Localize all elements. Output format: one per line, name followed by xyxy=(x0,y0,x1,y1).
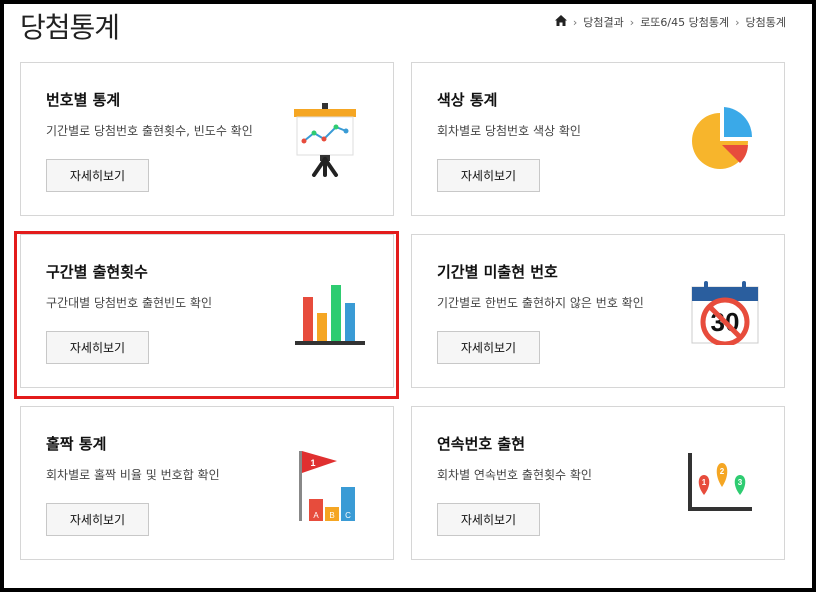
calendar-prohibited-icon: 30 xyxy=(691,281,759,345)
card-range-frequency: 구간별 출현횟수 구간대별 당첨번호 출현빈도 확인 자세히보기 xyxy=(20,234,394,388)
pin-number: 1 xyxy=(702,478,707,487)
card-desc: 기간별로 당첨번호 출현횟수, 빈도수 확인 xyxy=(46,124,253,138)
card-odd-even: 홀짝 통계 회차별로 홀짝 비율 및 번호합 확인 자세히보기 1 A B C xyxy=(20,406,394,560)
pin-number: 2 xyxy=(720,467,725,476)
detail-button[interactable]: 자세히보기 xyxy=(437,503,540,536)
page-title: 당첨통계 xyxy=(20,11,120,44)
card-desc: 구간대별 당첨번호 출현빈도 확인 xyxy=(46,296,213,310)
detail-button[interactable]: 자세히보기 xyxy=(437,159,540,192)
card-color-stats: 색상 통계 회차별로 당첨번호 색상 확인 자세히보기 xyxy=(411,62,785,216)
breadcrumb: › 당첨결과 › 로또6/45 당첨통계 › 당첨통계 xyxy=(554,14,786,30)
location-pin-chart-icon: 1 2 3 xyxy=(688,453,752,511)
card-title: 구간별 출현횟수 xyxy=(46,263,148,281)
pin-number: 3 xyxy=(738,478,743,487)
card-title: 홀짝 통계 xyxy=(46,435,107,453)
card-desc: 회차별로 홀짝 비율 및 번호합 확인 xyxy=(46,468,220,482)
chevron-right-icon: › xyxy=(735,15,740,29)
bar-letter: A xyxy=(313,511,319,520)
detail-button[interactable]: 자세히보기 xyxy=(437,331,540,364)
bar-chart-icon xyxy=(295,285,365,345)
breadcrumb-item[interactable]: 당첨결과 xyxy=(583,14,623,30)
chevron-right-icon: › xyxy=(629,15,635,29)
bar-letter: C xyxy=(345,511,351,520)
detail-button[interactable]: 자세히보기 xyxy=(46,503,149,536)
card-consecutive: 연속번호 출현 회차별 연속번호 출현횟수 확인 자세히보기 1 2 3 xyxy=(411,406,785,560)
breadcrumb-item[interactable]: 로또6/45 당첨통계 xyxy=(640,14,729,30)
page-frame: 당첨통계 › 당첨결과 › 로또6/45 당첨통계 › 당첨통계 번호별 통계 … xyxy=(4,4,812,588)
breadcrumb-item: 당첨통계 xyxy=(745,16,786,29)
home-icon[interactable] xyxy=(554,15,567,29)
card-title: 연속번호 출현 xyxy=(437,435,526,453)
card-not-appeared: 기간별 미출현 번호 기간별로 한번도 출현하지 않은 번호 확인 자세히보기 … xyxy=(411,234,785,388)
pie-chart-icon xyxy=(692,107,752,169)
card-desc: 기간별로 한번도 출현하지 않은 번호 확인 xyxy=(437,296,644,310)
chevron-right-icon: › xyxy=(572,15,578,29)
card-title: 색상 통계 xyxy=(437,91,498,109)
flag-bar-chart-icon: 1 A B C xyxy=(299,451,355,521)
flag-number: 1 xyxy=(310,458,315,468)
card-title: 번호별 통계 xyxy=(46,91,121,109)
bar-letter: B xyxy=(329,511,334,520)
card-desc: 회차별로 당첨번호 색상 확인 xyxy=(437,124,581,138)
detail-button[interactable]: 자세히보기 xyxy=(46,331,149,364)
card-desc: 회차별 연속번호 출현횟수 확인 xyxy=(437,468,592,482)
detail-button[interactable]: 자세히보기 xyxy=(46,159,149,192)
card-title: 기간별 미출현 번호 xyxy=(437,263,558,281)
presentation-chart-icon xyxy=(294,103,356,177)
card-number-stats: 번호별 통계 기간별로 당첨번호 출현횟수, 빈도수 확인 자세히보기 xyxy=(20,62,394,216)
